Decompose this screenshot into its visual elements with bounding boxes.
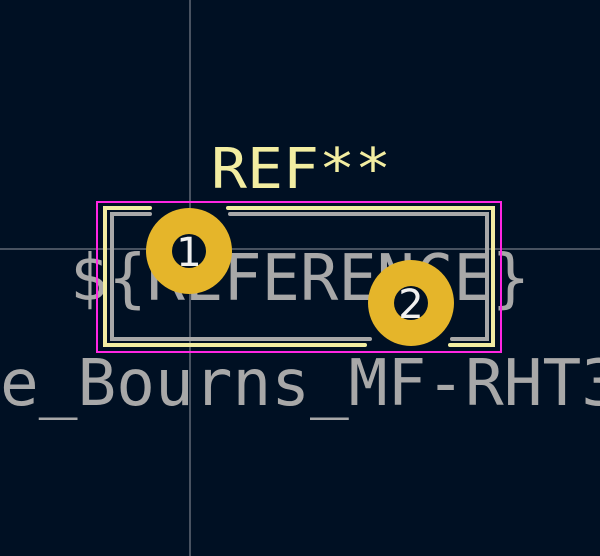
pad-2-number: 2 [398,282,423,328]
pad-1-number: 1 [176,230,201,276]
reference-designator[interactable]: REF** [211,137,391,202]
pad-1[interactable]: 1 [146,208,232,294]
reference-placeholder-text[interactable]: ${REFERENCE} [70,242,530,316]
pad-2[interactable]: 2 [368,260,454,346]
pcb-footprint-canvas[interactable]: ${REFERENCE} e_Bourns_MF-RHT3 REF** 1 2 [0,0,600,556]
footprint-view: ${REFERENCE} e_Bourns_MF-RHT3 REF** 1 2 [0,0,600,556]
value-text[interactable]: e_Bourns_MF-RHT3 [0,347,600,421]
